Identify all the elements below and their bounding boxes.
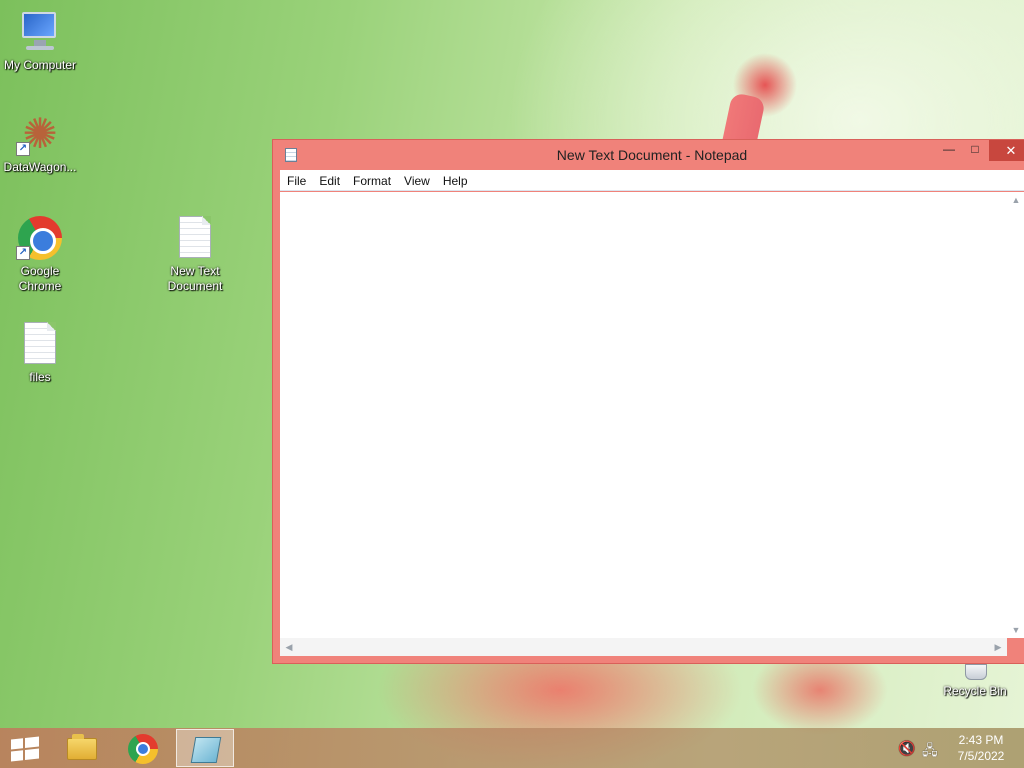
text-document-icon [16,320,64,368]
shortcut-arrow-icon: ↗ [16,246,30,260]
menu-edit[interactable]: Edit [312,170,346,189]
text-document-icon [171,214,219,262]
scroll-down-icon[interactable]: ▼ [1007,622,1024,638]
window-title: New Text Document - Notepad [556,147,748,163]
desktop-icon-label: New Text Document [167,264,223,293]
taskbar-notepad[interactable] [176,729,234,767]
taskbar-chrome[interactable] [114,729,172,767]
clock-date: 7/5/2022 [957,749,1005,763]
notepad-titlebar[interactable]: New Text Document - Notepad — □ ✕ [273,140,1024,170]
minimize-button[interactable]: — [935,140,963,161]
menu-view[interactable]: View [397,170,436,189]
windows-start-icon [11,736,39,762]
clock-time: 2:43 PM [958,733,1004,747]
text-editor-area[interactable] [280,192,1024,638]
datawagon-icon: ✺ ↗ [16,110,64,158]
vertical-scrollbar[interactable]: ▲ ▼ [1007,192,1024,638]
desktop-icon-label: Recycle Bin [943,684,1007,698]
desktop-icon-files[interactable]: files [0,320,80,385]
desktop-icon-label: My Computer [3,58,77,72]
notepad-window[interactable]: New Text Document - Notepad — □ ✕ File Ed… [272,139,1024,664]
desktop-icon-google-chrome[interactable]: ↗ Google Chrome [0,214,80,294]
scroll-up-icon[interactable]: ▲ [1007,192,1024,208]
desktop-icon-datawagon[interactable]: ✺ ↗ DataWagon... [0,110,80,175]
notepad-icon [190,737,222,763]
taskbar-file-explorer[interactable] [52,729,110,767]
speaker-muted-icon[interactable]: 🔇 [898,740,915,757]
desktop-icon-label: DataWagon... [3,160,77,174]
desktop-icon-new-text-document[interactable]: New Text Document [155,214,235,294]
menu-format[interactable]: Format [346,170,397,189]
chrome-icon [128,734,158,764]
taskbar: 🔇 🖧 2:43 PM 7/5/2022 [0,728,1024,768]
desktop-icon-label: Google Chrome [18,264,62,293]
desktop-icon-label: files [29,370,51,384]
desktop-icon-my-computer[interactable]: My Computer [0,8,80,73]
shortcut-arrow-icon: ↗ [16,142,30,156]
maximize-button[interactable]: □ [961,140,989,161]
start-button[interactable] [0,729,48,767]
close-button[interactable]: ✕ [989,140,1024,161]
computer-icon [16,8,64,56]
chrome-icon: ↗ [16,214,64,262]
network-icon[interactable]: 🖧 [922,740,938,764]
scroll-left-icon[interactable]: ◀ [280,639,298,655]
scroll-right-icon[interactable]: ▶ [989,639,1007,655]
system-clock[interactable]: 2:43 PM 7/5/2022 [946,732,1016,764]
menu-help[interactable]: Help [436,170,474,189]
horizontal-scrollbar[interactable]: ◀ ▶ [280,638,1007,656]
folder-icon [67,734,97,760]
menu-file[interactable]: File [280,170,312,189]
menu-bar: File Edit Format View Help [280,170,1024,191]
